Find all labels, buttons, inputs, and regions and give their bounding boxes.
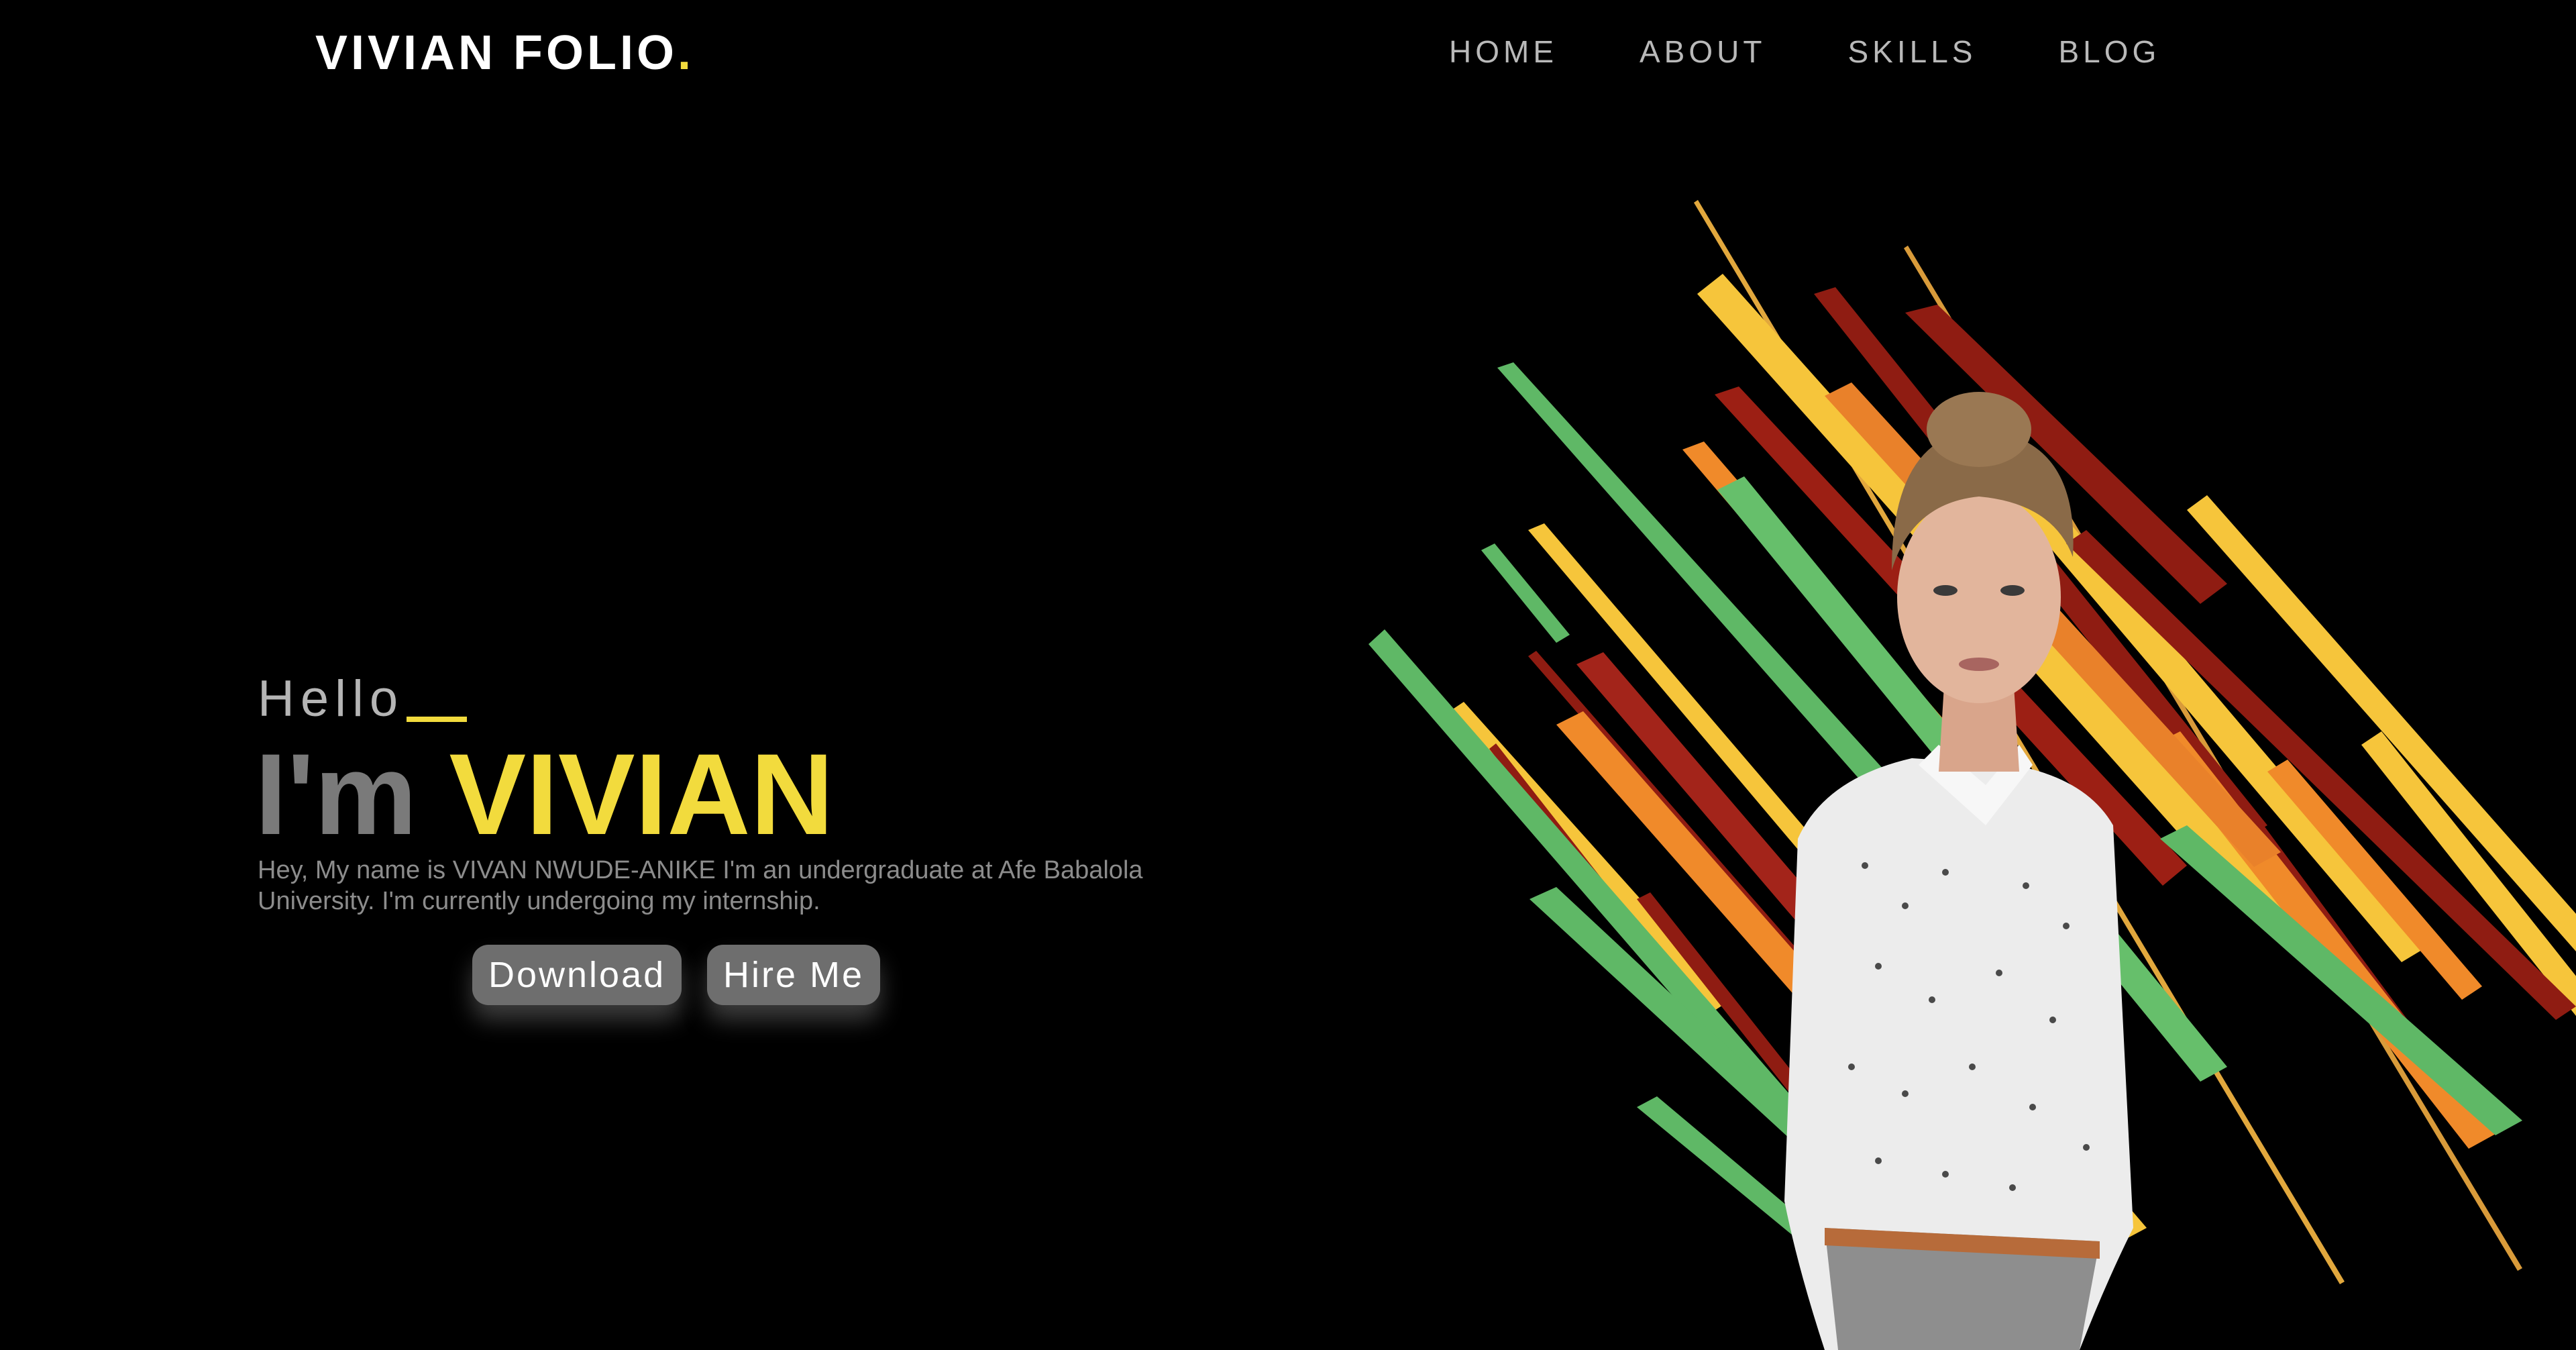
greeting-underline — [407, 717, 468, 722]
hero-greeting: Hello — [258, 670, 468, 727]
page: VIVIAN FOLIO. HOME ABOUT SKILLS BLOG Hel… — [0, 0, 2576, 1350]
main-nav: HOME ABOUT SKILLS BLOG — [1449, 34, 2160, 70]
hire-me-button[interactable]: Hire Me — [707, 945, 881, 1005]
hero-intro: Hey, My name is VIVAN NWUDE-ANIKE I'm an… — [258, 856, 1143, 915]
title-prefix: I'm — [255, 730, 449, 859]
greeting-text: Hello — [258, 670, 405, 727]
nav-home[interactable]: HOME — [1449, 34, 1558, 70]
logo-dot: . — [678, 26, 695, 80]
nav-blog[interactable]: BLOG — [2058, 34, 2160, 70]
nav-about[interactable]: ABOUT — [1640, 34, 1766, 70]
site-logo[interactable]: VIVIAN FOLIO. — [315, 25, 694, 81]
hero-title: I'm VIVIAN — [255, 731, 834, 858]
hero-image — [1368, 200, 2576, 1350]
nav-skills[interactable]: SKILLS — [1847, 34, 1976, 70]
logo-text: VIVIAN FOLIO — [315, 26, 678, 80]
title-name: VIVIAN — [449, 730, 834, 859]
download-button[interactable]: Download — [472, 945, 682, 1005]
